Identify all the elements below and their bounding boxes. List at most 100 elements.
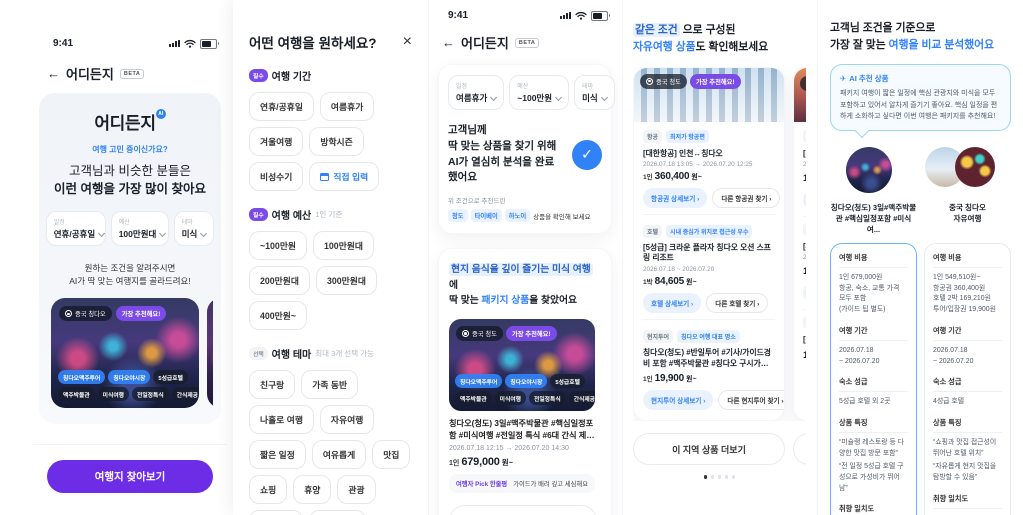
- hotel-search-button[interactable]: 다른 호텔 찾기 ›: [706, 293, 768, 313]
- required-badge: 필수: [249, 69, 268, 82]
- feature-tag: 미식여행: [98, 387, 129, 401]
- feature-tag: 칭다오맥주투어: [58, 370, 105, 384]
- chip-theme[interactable]: 액티비티: [249, 510, 303, 515]
- region-chip[interactable]: 타이베이: [471, 209, 502, 222]
- dropdown-label: 예산: [517, 81, 561, 90]
- chip-period[interactable]: 겨울여행: [249, 127, 303, 156]
- close-icon[interactable]: ×: [403, 34, 412, 50]
- dot[interactable]: [718, 475, 722, 479]
- dropdown-label: 테마: [582, 81, 607, 90]
- region-chip[interactable]: 하노이: [505, 209, 530, 222]
- package-section: 현지 음식을 깊이 즐기는 미식 여행 에 딱 맞는 패키지 상품을 찾았어요 …: [438, 248, 612, 515]
- free-compare-card[interactable]: 여행 비용 1인 549,510원~ 항공권 360,400원 호텔 2박 16…: [924, 243, 1011, 515]
- status-time: 9:41: [53, 38, 73, 49]
- chip-theme[interactable]: 휴양: [293, 475, 331, 504]
- chip-theme[interactable]: 관광: [337, 475, 375, 504]
- features-header: 상품 특징: [839, 418, 908, 433]
- dropdown-value: 미식: [582, 92, 598, 104]
- destination-carousel[interactable]: 중국 칭다오 가장 추천해요! 칭다오맥주투어 칭다오야시장 5성급호텔 맥주박…: [47, 298, 213, 408]
- chip-theme[interactable]: 가족 동반: [301, 370, 358, 399]
- location-pin-icon: [646, 78, 653, 85]
- chip-period[interactable]: 여름휴가: [320, 92, 374, 121]
- chip-budget[interactable]: ~100만원: [249, 231, 307, 260]
- chip-budget[interactable]: 300만원대: [316, 266, 377, 295]
- title-line: 중국 칭다오: [949, 203, 986, 212]
- chip-direct-input[interactable]: 직접 입력: [309, 162, 379, 191]
- ai-badge: AI: [156, 109, 166, 119]
- chip-theme[interactable]: 맛집: [372, 440, 410, 469]
- free-travel-card-next[interactable]: 대만 항공 [진에어] 2026.07 1인 46 항공 호텔 [4성급] 20…: [793, 67, 806, 422]
- flight-detail-button[interactable]: 항공: [803, 190, 806, 210]
- feature-line: “미슐랭 레스토랑 등 다양한 맛집 방문 포함”: [839, 438, 908, 459]
- dot[interactable]: [704, 475, 708, 479]
- feature-tag: 간식제공: [172, 387, 199, 401]
- cost-line: 1인 549,510원~: [933, 273, 1002, 284]
- dropdown-theme[interactable]: 테마 미식: [574, 75, 615, 110]
- package-compare-card[interactable]: 여행 비용 1인 679,000원 항공, 숙소, 교통 가격 모두 포함 (가…: [830, 243, 917, 515]
- flight-search-button[interactable]: 다른 항공권 찾기 ›: [712, 188, 780, 208]
- more-region-products-button-next[interactable]: [793, 433, 806, 465]
- chip-theme[interactable]: 짧은 일정: [249, 440, 306, 469]
- dropdown-schedule[interactable]: 일정 여름휴가: [448, 75, 504, 110]
- pagination-dots[interactable]: [633, 475, 806, 479]
- dot[interactable]: [725, 475, 729, 479]
- hotel-grade-header: 숙소 성급: [839, 377, 908, 392]
- feature-tag: 간식제공: [569, 391, 595, 405]
- dropdown-label: 테마: [182, 217, 207, 226]
- hint-line1: 원하는 조건을 알려주시면: [47, 262, 213, 275]
- back-icon[interactable]: ←: [47, 67, 60, 80]
- back-icon[interactable]: ←: [442, 36, 455, 49]
- price-suffix: 원~: [502, 457, 513, 468]
- dropdown-value: 100만원대: [119, 228, 157, 240]
- cost-line: 항공권 360,400원: [933, 284, 1002, 295]
- more-region-products-button[interactable]: 이 지역 상품 더보기: [449, 505, 597, 515]
- hotel-detail-button[interactable]: 호텔: [803, 283, 806, 303]
- cost-line: 항공, 숙소, 교통 가격: [839, 284, 908, 295]
- package-card[interactable]: 중국 청도 가장 추천해요! 칭다오맥주투어 칭다오야시장 5성급호텔: [449, 319, 595, 493]
- dropdown-budget[interactable]: 예산 ~100만원: [509, 75, 569, 110]
- heading-blue: 여행을 비교 분석했어요: [889, 39, 994, 51]
- flight-label: 항공: [643, 130, 662, 143]
- chip-theme[interactable]: 사진 스팟: [309, 510, 366, 515]
- dropdown-budget[interactable]: 예산 100만원대: [111, 211, 169, 246]
- chip-budget[interactable]: 100만원대: [313, 231, 374, 260]
- chip-theme[interactable]: 친구랑: [249, 370, 295, 399]
- price-suffix: 원~: [686, 374, 697, 384]
- find-destination-button[interactable]: 여행지 찾아보기: [47, 460, 213, 493]
- speech-bubble-tail: [855, 124, 869, 138]
- flight-detail-button[interactable]: 항공권 상세보기 ›: [643, 188, 707, 208]
- dot[interactable]: [732, 475, 736, 479]
- hotel-label: 호텔: [643, 225, 662, 238]
- dropdown-theme[interactable]: 테마 미식: [174, 211, 215, 246]
- dot[interactable]: [711, 475, 715, 479]
- heading-rest: 에: [449, 280, 458, 291]
- chip-theme[interactable]: 여유롭게: [312, 440, 366, 469]
- free-travel-card[interactable]: 중국 청도 가장 추천해요! 항공 최저가 항공편 [대한항공] 인천↔칭다오 …: [633, 67, 785, 422]
- chip-theme[interactable]: 자유여행: [320, 405, 374, 434]
- sheet-header: 어떤 여행을 원하세요? ×: [249, 32, 412, 52]
- destination-card[interactable]: 중국 칭다오 가장 추천해요! 칭다오맥주투어 칭다오야시장 5성급호텔 맥주박…: [51, 298, 199, 408]
- chip-theme[interactable]: 나홀로 여행: [249, 405, 314, 434]
- more-region-products-button[interactable]: 이 지역 상품 더보기: [633, 433, 785, 465]
- free-travel-carousel[interactable]: 중국 청도 가장 추천해요! 항공 최저가 항공편 [대한항공] 인천↔칭다오 …: [633, 67, 806, 422]
- divider: [33, 444, 227, 445]
- chip-period[interactable]: 방학시즌: [309, 127, 363, 156]
- chip-theme[interactable]: 쇼핑: [249, 475, 287, 504]
- chip-period[interactable]: 연휴/공휴일: [249, 92, 314, 121]
- chip-budget[interactable]: 200만원대: [249, 266, 310, 295]
- chip-period[interactable]: 비성수기: [249, 162, 303, 191]
- period-header: 여행 기간: [933, 326, 1002, 341]
- tour-search-button[interactable]: 다른 현지투어 찾기 ›: [718, 390, 785, 410]
- package-carousel[interactable]: 중국 청도 가장 추천해요! 칭다오맥주투어 칭다오야시장 5성급호텔: [449, 319, 601, 493]
- destination-card-next[interactable]: 중국 칭다오맥주투어 맥주박물관: [207, 298, 213, 408]
- hotel-label: 호텔: [803, 223, 806, 236]
- analysis-card: 일정 여름휴가 예산 ~100만원 테마 미식 고객님께 딱 맞: [438, 64, 612, 234]
- tour-detail-button[interactable]: 현지투어 상세보기 ›: [643, 390, 713, 410]
- heading-post: 을 찾았어요: [529, 295, 577, 306]
- hotel-detail-button[interactable]: 호텔 상세보기 ›: [643, 293, 701, 313]
- chip-budget[interactable]: 400만원~: [249, 301, 307, 330]
- region-chip[interactable]: 청도: [448, 209, 468, 222]
- dropdown-schedule[interactable]: 일정 연휴/공휴일: [46, 211, 106, 246]
- wifi-icon: [575, 11, 587, 20]
- free-travel-card-image: 대만: [794, 68, 806, 122]
